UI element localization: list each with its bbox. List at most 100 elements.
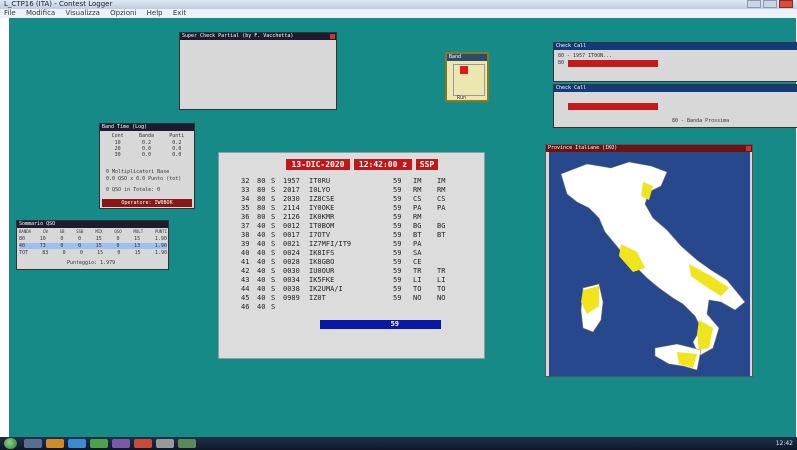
log-cell: 59 xyxy=(393,258,402,266)
check-call-window-1[interactable]: Check Call 80 - 1957 IT0ON... 80 xyxy=(553,42,797,82)
log-time: 12:42:00 z xyxy=(354,159,412,170)
summary-window[interactable]: Sommario QSO BANDA CW SB SSB MIX QSO MULT PUNTI… xyxy=(16,220,169,270)
log-cell: 59 xyxy=(393,276,402,284)
log-cell: 35 xyxy=(241,204,250,212)
log-row[interactable]: 36 80 S 2126 IK0KMR 59 RM xyxy=(241,213,457,222)
summary-row: TOT 83 0 0 15 0 15 1.90 xyxy=(19,250,167,256)
menu-bar: File Modifica Visualizza Opzioni Help Ex… xyxy=(0,9,797,18)
summary-score: Punteggio: 1.979 xyxy=(67,260,116,266)
window-titlebar: L_CTP16 (ITA) - Contest Logger xyxy=(0,0,797,9)
band-titlebar[interactable]: Band xyxy=(447,54,487,61)
summary-row: 80 10 0 0 15 0 15 1.90 xyxy=(19,236,167,242)
log-row[interactable]: 42 40 S 0030 IU0OUR 59 TR TR xyxy=(241,267,457,276)
log-cell: RM xyxy=(437,186,446,194)
log-cell: LI xyxy=(437,276,446,284)
log-row[interactable]: 37 40 S 0012 IT0BOM 59 BG BG xyxy=(241,222,457,231)
log-cell: 0028 xyxy=(283,258,300,266)
close-icon[interactable] xyxy=(746,146,751,151)
log-cell: 59 xyxy=(393,240,402,248)
taskbar-app-icon[interactable] xyxy=(46,439,64,448)
taskbar-clock[interactable]: 12:42 xyxy=(776,439,793,448)
log-cell: 59 xyxy=(393,249,402,257)
log-cell: 36 xyxy=(241,213,250,221)
log-row[interactable]: 33 80 S 2017 I0LYO 59 RM RM xyxy=(241,186,457,195)
log-cell: 59 xyxy=(393,195,402,203)
log-cell: 80 xyxy=(257,177,266,185)
summary-row: 40 73 0 0 15 0 13 1.90 xyxy=(19,243,167,249)
menu-modifica[interactable]: Modifica xyxy=(26,9,55,17)
log-cell: 2114 xyxy=(283,204,300,212)
taskbar-app-icon[interactable] xyxy=(156,439,174,448)
log-cell: 2126 xyxy=(283,213,300,221)
close-icon[interactable] xyxy=(330,34,335,39)
super-check-window[interactable]: Super Check Partial (by F. Vacchetta) xyxy=(179,32,337,110)
entry-field[interactable]: 59 xyxy=(320,320,441,329)
log-row[interactable]: 43 40 S 0034 IK5FKE 59 LI LI xyxy=(241,276,457,285)
log-row[interactable]: 40 40 S 0024 IK8IFS 59 SA xyxy=(241,249,457,258)
menu-exit[interactable]: Exit xyxy=(173,9,186,17)
province-map-window[interactable]: Province Italiane (IKO) xyxy=(545,144,753,377)
check-call-titlebar-1[interactable]: Check Call xyxy=(554,43,797,50)
start-button[interactable] xyxy=(4,438,17,449)
menu-visualizza[interactable]: Visualizza xyxy=(65,9,99,17)
log-row[interactable]: 45 40 S 0989 IZ0T 59 NO NO xyxy=(241,294,457,303)
taskbar-app-icon[interactable] xyxy=(24,439,42,448)
super-check-titlebar[interactable]: Super Check Partial (by F. Vacchetta) xyxy=(180,33,336,40)
log-cell: IT0BOM xyxy=(309,222,335,230)
taskbar-app-icon[interactable] xyxy=(178,439,196,448)
log-cell: 38 xyxy=(241,231,250,239)
log-cell: 59 xyxy=(393,285,402,293)
band-time-titlebar[interactable]: Band Time (Log) xyxy=(100,124,194,131)
minimize-button[interactable] xyxy=(747,0,761,8)
log-cell: S xyxy=(271,249,276,257)
close-button[interactable] xyxy=(779,0,793,8)
check-call-window-2[interactable]: Check Call 80 - Banda Prossima xyxy=(553,84,797,128)
log-cell: PA xyxy=(413,240,422,248)
check-call-bar-1 xyxy=(568,60,658,67)
menu-file[interactable]: File xyxy=(4,9,16,17)
log-cell: 40 xyxy=(257,222,266,230)
log-row[interactable]: 34 80 S 2030 IZ8CSE 59 CS CS xyxy=(241,195,457,204)
log-row[interactable]: 38 40 S 0017 I7OTV 59 BT BT xyxy=(241,231,457,240)
band-window[interactable]: Band Run xyxy=(445,52,489,102)
log-cell: 0030 xyxy=(283,267,300,275)
log-cell: S xyxy=(271,213,276,221)
log-cell: 37 xyxy=(241,222,250,230)
taskbar-app-icon[interactable] xyxy=(134,439,152,448)
log-row[interactable]: 32 80 S 1957 IT0RU 59 IM IM xyxy=(241,177,457,186)
log-row[interactable]: 44 40 S 0038 IK2UMA/I 59 TO TO xyxy=(241,285,457,294)
main-log-window[interactable]: 13-DIC-2020 12:42:00 z SSP 32 80 S 1957 IT0R… xyxy=(218,152,485,359)
log-row[interactable]: 35 80 S 2114 IY0OKE 59 PA PA xyxy=(241,204,457,213)
log-cell: 40 xyxy=(257,276,266,284)
menu-help[interactable]: Help xyxy=(147,9,163,17)
taskbar-app-icon[interactable] xyxy=(90,439,108,448)
log-cell: 2017 xyxy=(283,186,300,194)
band-time-window[interactable]: Band Time (Log) Cont Banda Punti 10 0.2 0.2 … xyxy=(99,123,195,209)
summary-titlebar[interactable]: Sommario QSO xyxy=(17,221,168,228)
menu-opzioni[interactable]: Opzioni xyxy=(110,9,136,17)
log-cell: 59 xyxy=(393,204,402,212)
log-cell: 0024 xyxy=(283,249,300,257)
log-row[interactable]: 46 40 S xyxy=(241,303,457,312)
log-cell: IZ8CSE xyxy=(309,195,335,203)
taskbar-app-icon[interactable] xyxy=(68,439,86,448)
log-cell xyxy=(393,303,413,312)
log-cell: RM xyxy=(413,213,422,221)
log-cell: 33 xyxy=(241,186,250,194)
check-call-titlebar-2[interactable]: Check Call xyxy=(554,85,797,92)
log-cell: 2030 xyxy=(283,195,300,203)
map-titlebar[interactable]: Province Italiane (IKO) xyxy=(546,145,752,152)
taskbar-app-icon[interactable] xyxy=(112,439,130,448)
log-cell: S xyxy=(271,195,276,203)
log-cell: 0012 xyxy=(283,222,300,230)
log-row[interactable]: 39 40 S 0021 IZ7MFI/IT9 59 PA xyxy=(241,240,457,249)
log-cell: S xyxy=(271,204,276,212)
italy-map[interactable] xyxy=(549,152,750,376)
run-label: Run xyxy=(457,95,467,101)
log-cell: 40 xyxy=(257,267,266,275)
check-call-bar-2 xyxy=(568,103,658,110)
log-cell: 80 xyxy=(257,213,266,221)
band-box xyxy=(453,64,485,96)
log-row[interactable]: 41 40 S 0028 IK8GBO 59 CE xyxy=(241,258,457,267)
maximize-button[interactable] xyxy=(763,0,777,8)
